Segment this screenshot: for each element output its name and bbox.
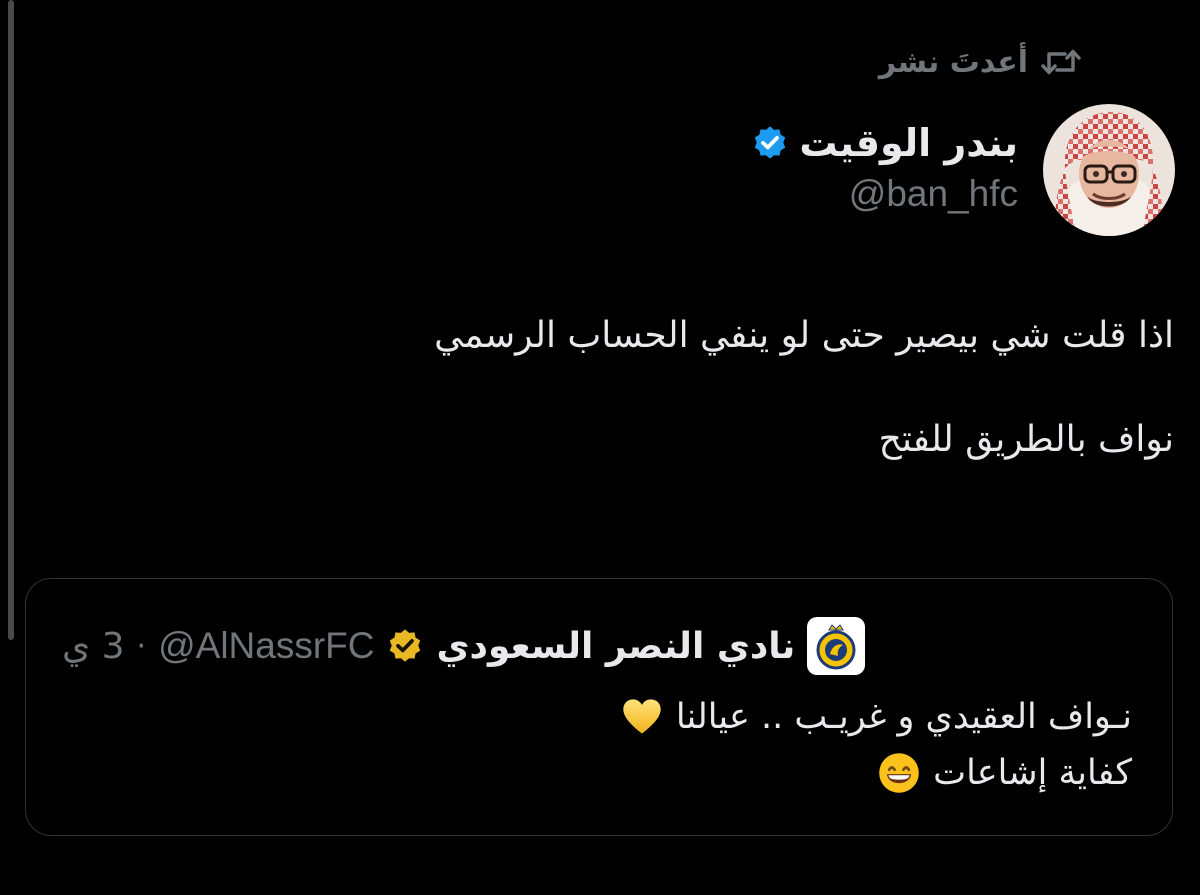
scrollbar[interactable] xyxy=(8,0,14,640)
quoted-tweet-line-1: نـواف العقيدي و غريـب .. عيالنا xyxy=(72,689,1132,745)
quoted-tweet-text: نـواف العقيدي و غريـب .. عيالنا xyxy=(675,697,1132,737)
quoted-tweet-card[interactable]: 3 ي · @AlNassrFC نادي النصر السعودي نـوا… xyxy=(25,578,1173,836)
quoted-tweet-time[interactable]: 3 ي xyxy=(62,626,125,667)
tweet-line: اذا قلت شي بيصير حتى لو ينفي الحساب الرس… xyxy=(434,315,1174,356)
yellow-heart-icon xyxy=(623,699,661,734)
author-handle[interactable]: @ban_hfc xyxy=(751,170,1018,218)
quoted-author-name[interactable]: نادي النصر السعودي xyxy=(436,626,795,667)
author-avatar[interactable] xyxy=(1043,104,1175,236)
tweet-line: نواف بالطريق للفتح xyxy=(878,419,1174,460)
quoted-tweet-header: 3 ي · @AlNassrFC نادي النصر السعودي xyxy=(62,615,866,677)
quoted-tweet-line-2: كفاية إشاعات xyxy=(72,745,1132,801)
repost-indicator: أعدتَ نشر xyxy=(879,40,1082,84)
tweet-body: اذا قلت شي بيصير حتى لو ينفي الحساب الرس… xyxy=(74,310,1174,466)
club-crest-icon xyxy=(816,624,856,670)
quoted-author-handle[interactable]: @AlNassrFC xyxy=(158,625,374,667)
gold-verified-badge-icon[interactable] xyxy=(386,627,424,665)
author-info: بندر الوقيت @ban_hfc xyxy=(751,112,1018,218)
repost-label: أعدتَ نشر xyxy=(878,44,1028,80)
quoted-author-avatar[interactable] xyxy=(807,617,866,675)
grinning-face-icon xyxy=(879,753,919,793)
verified-badge-icon[interactable] xyxy=(751,124,789,162)
author-name[interactable]: بندر الوقيت xyxy=(799,121,1018,165)
repost-icon xyxy=(1041,49,1081,75)
separator-dot: · xyxy=(136,628,147,664)
quoted-tweet-text: كفاية إشاعات xyxy=(933,753,1132,793)
quoted-tweet-body: نـواف العقيدي و غريـب .. عيالنا كفاية إش… xyxy=(72,689,1132,801)
